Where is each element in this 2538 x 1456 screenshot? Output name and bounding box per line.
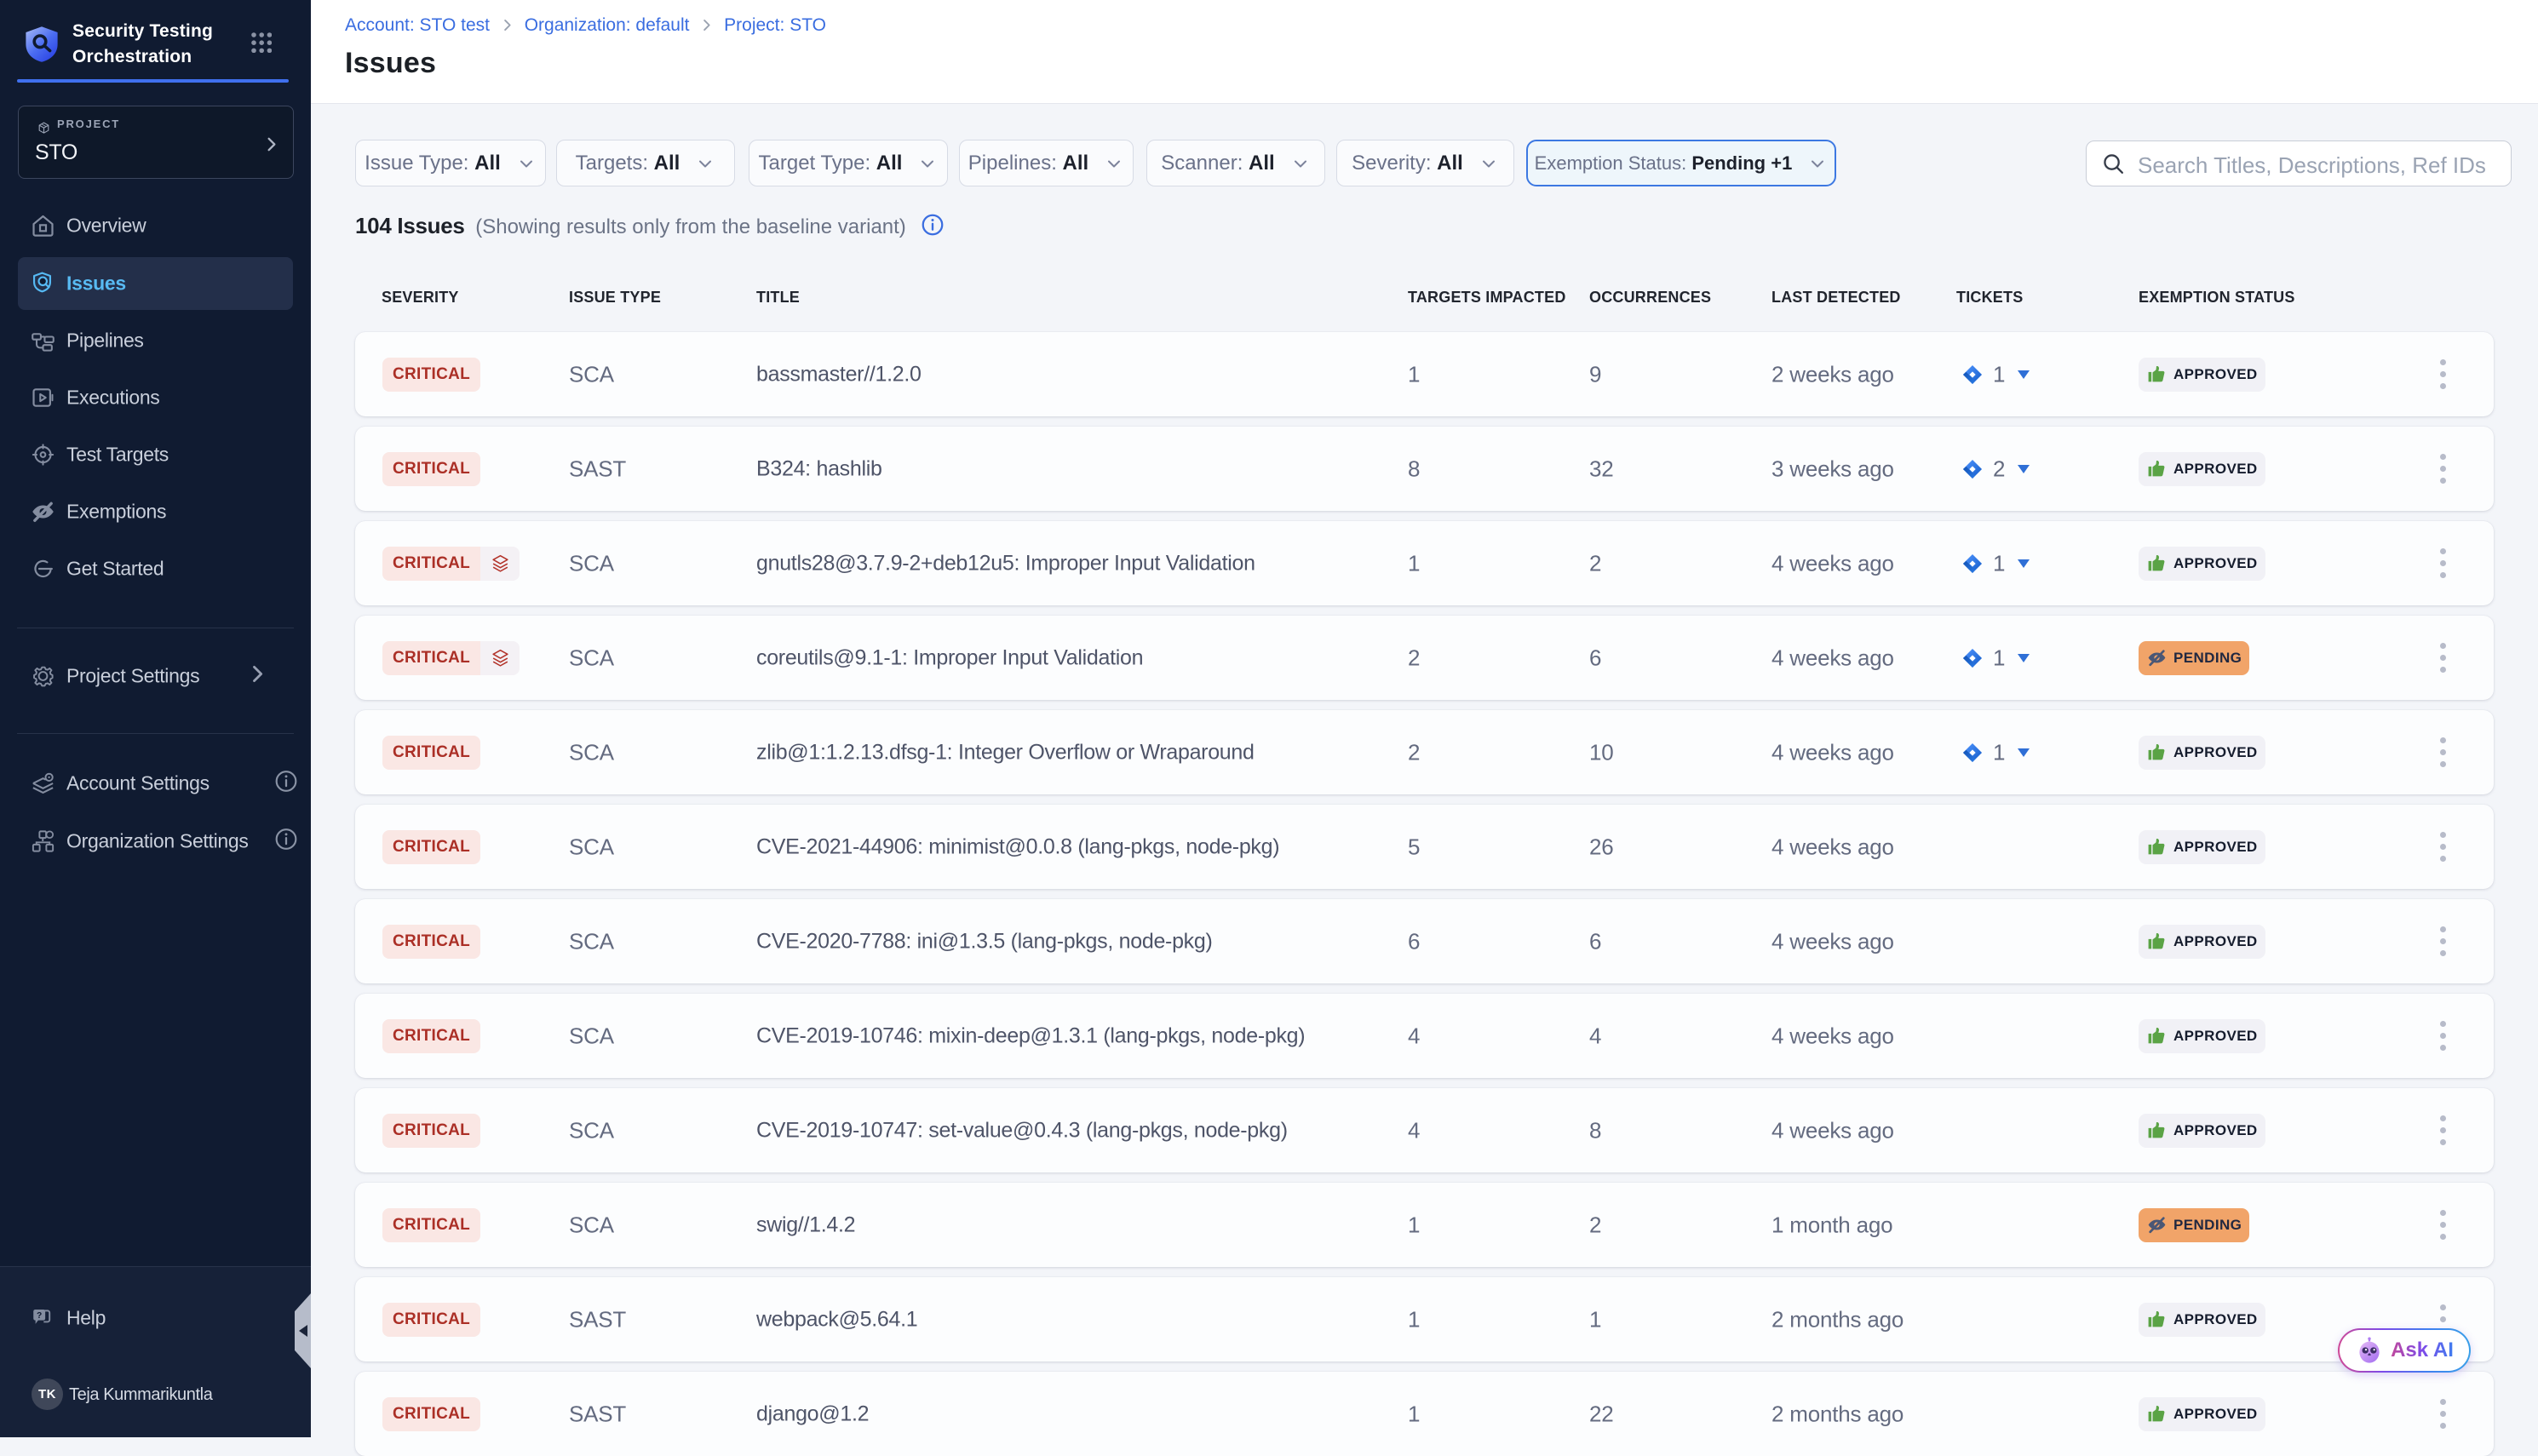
svg-text:?: ? — [37, 1311, 42, 1321]
